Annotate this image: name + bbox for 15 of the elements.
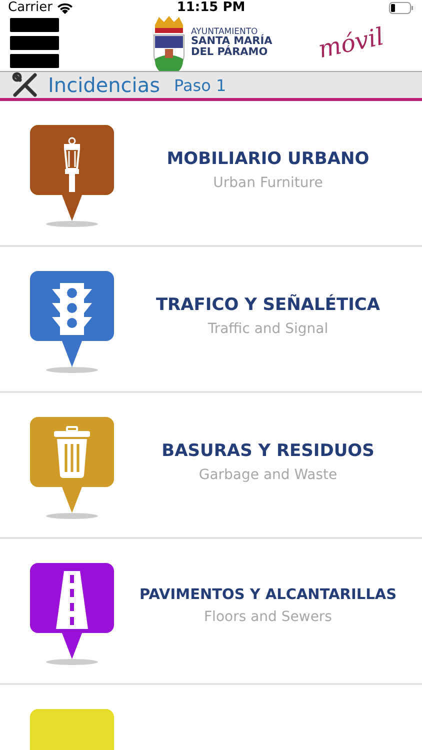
logo-text: AYUNTAMIENTO <box>191 28 258 36</box>
carrier-label: Carrier <box>8 0 52 15</box>
menu-button[interactable] <box>10 18 59 68</box>
road-icon <box>56 571 88 629</box>
wifi-icon <box>57 2 74 14</box>
trash-can-icon <box>54 426 90 478</box>
section-title: Incidencias <box>48 73 160 97</box>
status-time: 11:15 PM <box>176 0 246 15</box>
logo-text: DEL PÁRAMO <box>191 47 269 58</box>
app-tagline: móvil <box>316 22 386 64</box>
street-lamp-icon <box>64 137 80 192</box>
traffic-light-icon <box>52 283 92 335</box>
step-label: Paso 1 <box>174 76 226 94</box>
battery-icon <box>389 2 414 14</box>
tools-icon <box>12 72 38 98</box>
